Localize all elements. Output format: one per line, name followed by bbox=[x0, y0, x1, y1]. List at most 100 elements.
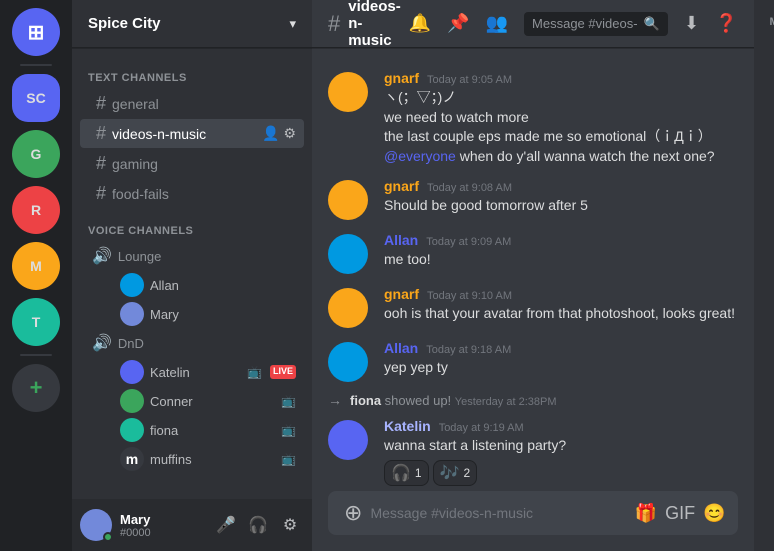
current-user-avatar bbox=[80, 509, 112, 541]
voice-user-icons: 📺 bbox=[281, 423, 296, 437]
member-item-fiona[interactable]: fiona bbox=[762, 83, 774, 127]
channel-item-videos-n-music[interactable]: # videos-n-music 👤 ⚙ bbox=[80, 119, 304, 148]
gif-icon[interactable]: GIF bbox=[665, 503, 695, 524]
server-chevron-icon: ▾ bbox=[289, 16, 296, 32]
reaction-row: 🎧 1 🎶 2 bbox=[384, 460, 738, 486]
voice-user-name: Allan bbox=[150, 278, 179, 293]
member-item-daniel[interactable]: Daniel bbox=[762, 129, 774, 173]
channel-action-icons: 👤 ⚙ bbox=[262, 125, 296, 142]
message-text: yep yep ty bbox=[384, 358, 738, 378]
channel-item-general[interactable]: # general bbox=[80, 89, 304, 118]
avatar bbox=[328, 420, 368, 460]
system-text: fiona showed up! Yesterday at 2:38PM bbox=[350, 393, 557, 408]
stream-icon: 📺 bbox=[281, 423, 296, 437]
voice-user-name: Katelin bbox=[150, 365, 190, 380]
voice-user-icons: 📺 bbox=[281, 394, 296, 408]
member-item-mary[interactable]: Mary Streaming Drawing 1+7 bbox=[762, 313, 774, 357]
message-content: Allan Today at 9:09 AM me too! bbox=[384, 232, 738, 274]
message-username[interactable]: Allan bbox=[384, 340, 418, 356]
member-item-moongirl[interactable]: moongirl Playing League of Legends 🎮 bbox=[762, 175, 774, 219]
voice-user-avatar bbox=[120, 302, 144, 326]
user-settings-button[interactable]: ⚙ bbox=[276, 511, 304, 539]
voice-channel-lounge[interactable]: 🔊 Lounge bbox=[80, 242, 304, 270]
server-divider-2 bbox=[20, 354, 52, 356]
voice-user-mary[interactable]: Mary bbox=[104, 300, 304, 328]
message-input-area: ⊕ 🎁 GIF 😊 bbox=[312, 491, 754, 551]
server-icon-spice-city[interactable]: SC bbox=[12, 74, 60, 122]
plus-icon[interactable]: ⊕ bbox=[344, 500, 362, 526]
avatar bbox=[328, 234, 368, 274]
message-username[interactable]: gnarf bbox=[384, 70, 419, 86]
emoji-icon[interactable]: 😊 bbox=[703, 503, 725, 524]
arrow-icon: → bbox=[328, 392, 342, 408]
voice-user-fiona[interactable]: fiona 📺 bbox=[104, 416, 304, 444]
help-icon[interactable]: ❓ bbox=[715, 13, 737, 34]
voice-user-name: Conner bbox=[150, 394, 193, 409]
message-input[interactable] bbox=[370, 493, 626, 533]
search-bar[interactable]: 🔍 bbox=[524, 12, 668, 36]
message-content: gnarf Today at 9:10 AM ooh is that your … bbox=[384, 286, 738, 328]
search-input[interactable] bbox=[532, 16, 638, 31]
message-header: gnarf Today at 9:10 AM bbox=[384, 286, 738, 302]
member-item-gnarf[interactable]: gnarf bbox=[762, 267, 774, 311]
home-button[interactable]: ⊞ bbox=[12, 8, 60, 56]
server-header[interactable]: Spice City ▾ bbox=[72, 0, 312, 48]
reaction-music[interactable]: 🎶 2 bbox=[433, 460, 478, 486]
message-username[interactable]: gnarf bbox=[384, 286, 419, 302]
message-username[interactable]: gnarf bbox=[384, 178, 419, 194]
server-icon-2[interactable]: G bbox=[12, 130, 60, 178]
voice-user-muffins[interactable]: m muffins 📺 bbox=[104, 445, 304, 473]
gift-icon[interactable]: 🎁 bbox=[635, 503, 657, 524]
message-text: ヽ(；▽；)ノ bbox=[384, 88, 738, 108]
user-plus-icon[interactable]: 👤 bbox=[262, 125, 279, 142]
avatar bbox=[328, 72, 368, 112]
channel-item-gaming[interactable]: # gaming bbox=[80, 149, 304, 178]
user-area: Mary #0000 🎤 🎧 ⚙ bbox=[72, 499, 312, 551]
members-sidebar: MEMBERS — 9 Allan 👑 fiona Daniel moongir… bbox=[754, 0, 774, 551]
mute-button[interactable]: 🎤 bbox=[212, 511, 240, 539]
message-username[interactable]: Katelin bbox=[384, 418, 431, 434]
message-timestamp: Today at 9:05 AM bbox=[427, 74, 512, 86]
status-dot bbox=[103, 532, 113, 542]
voice-user-avatar bbox=[120, 418, 144, 442]
voice-channel-name: DnD bbox=[118, 336, 144, 351]
message-text: we need to watch more bbox=[384, 108, 738, 128]
member-item-muffins[interactable]: m muffins Listening to Spotify 🎵 bbox=[762, 405, 774, 449]
members-icon[interactable]: 👥 bbox=[486, 13, 508, 34]
current-user-discriminator: #0000 bbox=[120, 527, 204, 539]
message-timestamp: Today at 9:09 AM bbox=[426, 236, 511, 248]
pin-icon[interactable]: 📌 bbox=[447, 13, 469, 34]
hash-icon: # bbox=[96, 183, 106, 204]
message-header: gnarf Today at 9:05 AM bbox=[384, 70, 738, 86]
settings-icon[interactable]: ⚙ bbox=[283, 125, 296, 142]
inbox-icon[interactable]: ⬇ bbox=[684, 13, 699, 34]
deafen-button[interactable]: 🎧 bbox=[244, 511, 272, 539]
voice-user-name: Mary bbox=[150, 307, 179, 322]
message-input-box: ⊕ 🎁 GIF 😊 bbox=[328, 491, 738, 535]
voice-user-name: muffins bbox=[150, 452, 192, 467]
channel-item-food-fails[interactable]: # food-fails bbox=[80, 179, 304, 208]
hash-icon: # bbox=[96, 153, 106, 174]
server-icon-5[interactable]: T bbox=[12, 298, 60, 346]
member-item-conner[interactable]: Conner bbox=[762, 359, 774, 403]
voice-user-allan[interactable]: Allan bbox=[104, 271, 304, 299]
member-item-katelin[interactable]: Katelin bbox=[762, 221, 774, 265]
server-icon-4[interactable]: M bbox=[12, 242, 60, 290]
channel-hash-icon: # bbox=[328, 11, 340, 37]
channel-name: food-fails bbox=[112, 186, 296, 202]
voice-channel-dnd[interactable]: 🔊 DnD bbox=[80, 329, 304, 357]
voice-user-katelin[interactable]: Katelin 📺 LIVE bbox=[104, 358, 304, 386]
live-badge: LIVE bbox=[270, 365, 296, 379]
main-content: # videos-n-music 🔔 📌 👥 🔍 ⬇ ❓ gnarf Today… bbox=[312, 0, 754, 551]
message-content: gnarf Today at 9:08 AM Should be good to… bbox=[384, 178, 738, 220]
bell-icon[interactable]: 🔔 bbox=[409, 13, 431, 34]
reaction-headphones[interactable]: 🎧 1 bbox=[384, 460, 429, 486]
stream-icon: 📺 bbox=[281, 394, 296, 408]
add-server-button[interactable]: + bbox=[12, 364, 60, 412]
server-icon-3[interactable]: R bbox=[12, 186, 60, 234]
voice-user-conner[interactable]: Conner 📺 bbox=[104, 387, 304, 415]
user-controls: 🎤 🎧 ⚙ bbox=[212, 511, 304, 539]
message-username[interactable]: Allan bbox=[384, 232, 418, 248]
server-list: ⊞ SC G R M T + bbox=[0, 0, 72, 551]
member-item-allan[interactable]: Allan 👑 bbox=[762, 37, 774, 81]
